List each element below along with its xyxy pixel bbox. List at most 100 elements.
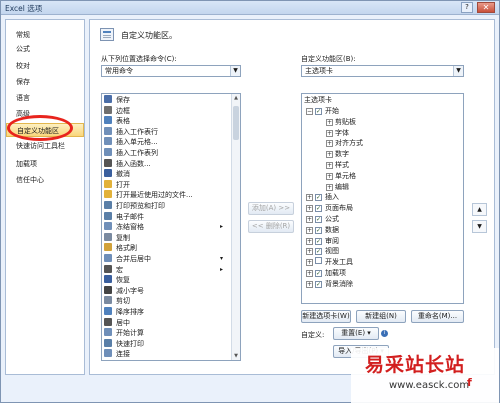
tree-node[interactable]: + ✓ 背景消除: [306, 279, 353, 290]
nav-item[interactable]: 保存: [6, 75, 84, 89]
command-item[interactable]: 连接: [104, 349, 130, 360]
expand-icon[interactable]: +: [326, 129, 333, 137]
info-icon: i: [381, 330, 388, 337]
move-down-button[interactable]: ▼: [472, 220, 487, 233]
expand-icon[interactable]: +: [306, 280, 313, 288]
expand-icon[interactable]: +: [306, 226, 313, 234]
tree-node[interactable]: + ✓ 审阅: [306, 236, 339, 247]
tab-checkbox[interactable]: ✓: [315, 237, 322, 245]
command-item[interactable]: 剪切: [104, 296, 130, 307]
command-item[interactable]: 撤消: [104, 169, 130, 180]
scroll-down-icon[interactable]: ▼: [232, 352, 240, 360]
nav-item[interactable]: 常规: [6, 28, 84, 42]
nav-item[interactable]: 语言: [6, 91, 84, 105]
new-group-button[interactable]: 新建组(N): [356, 310, 406, 323]
command-item[interactable]: 快速打印: [104, 338, 144, 350]
expand-icon[interactable]: +: [326, 140, 333, 148]
window-title: Excel 选项: [5, 4, 43, 13]
command-item[interactable]: 打开最近使用过的文件...: [104, 190, 193, 201]
tab-checkbox[interactable]: ✓: [315, 194, 322, 202]
tree-node[interactable]: + ✓ 数据: [306, 225, 339, 236]
tab-checkbox[interactable]: ✓: [315, 216, 322, 223]
expand-icon[interactable]: +: [326, 151, 333, 159]
tree-node[interactable]: + 字体: [326, 128, 349, 139]
close-button[interactable]: ✕: [477, 2, 495, 13]
tab-checkbox[interactable]: ✓: [315, 226, 322, 234]
command-item[interactable]: 边框: [104, 105, 130, 117]
tab-checkbox[interactable]: ✓: [315, 108, 322, 115]
expand-icon[interactable]: +: [326, 118, 333, 126]
tab-checkbox[interactable]: ✓: [315, 248, 322, 256]
remove-button[interactable]: << 删除(R): [248, 220, 294, 233]
tree-node[interactable]: + 单元格: [326, 171, 356, 182]
expand-icon[interactable]: +: [326, 162, 333, 169]
expand-icon[interactable]: +: [306, 216, 313, 223]
command-item[interactable]: 降序排序: [104, 307, 144, 318]
command-item[interactable]: 插入工作表行: [104, 126, 158, 138]
command-item[interactable]: 合并后居中: [104, 254, 151, 265]
chevron-down-icon[interactable]: ▼: [230, 66, 240, 76]
expand-icon[interactable]: +: [306, 270, 313, 277]
rename-button[interactable]: 重命名(M)...: [411, 310, 464, 323]
tab-checkbox[interactable]: ✓: [315, 205, 322, 213]
chevron-down-icon[interactable]: ▼: [453, 66, 463, 76]
tree-node[interactable]: + ✓ 视图: [306, 246, 339, 257]
expand-icon[interactable]: +: [326, 172, 333, 180]
tree-node[interactable]: + ✓ 页面布局: [306, 203, 353, 214]
tree-node[interactable]: + 编辑: [326, 182, 349, 193]
reset-button[interactable]: 重置(E) ▾: [333, 327, 379, 340]
tab-checkbox[interactable]: [315, 257, 322, 265]
tree-node[interactable]: + ✓ 插入: [306, 192, 339, 203]
tree-node[interactable]: + 剪贴板: [326, 117, 356, 128]
expand-icon[interactable]: +: [326, 183, 333, 191]
nav-item[interactable]: 加载项: [6, 157, 84, 171]
command-item[interactable]: 恢复: [104, 275, 130, 286]
expand-icon[interactable]: +: [306, 194, 313, 202]
expand-icon[interactable]: +: [306, 237, 313, 245]
scroll-thumb[interactable]: [233, 106, 239, 140]
add-button[interactable]: 添加(A) >>: [248, 202, 294, 215]
command-item[interactable]: 居中: [104, 317, 130, 329]
tree-node[interactable]: − ✓ 开始: [306, 106, 339, 117]
command-item[interactable]: 复制: [104, 232, 130, 244]
command-item[interactable]: 减小字号: [104, 285, 144, 297]
tree-node[interactable]: + 对齐方式: [326, 138, 363, 149]
command-item[interactable]: 格式刷: [104, 243, 137, 254]
command-item[interactable]: 开始计算: [104, 328, 144, 339]
command-item[interactable]: 插入工作表列: [104, 148, 158, 159]
command-item[interactable]: 保存: [104, 95, 130, 106]
tree-node[interactable]: + 开发工具: [306, 257, 353, 268]
command-icon: [104, 126, 112, 135]
nav-item[interactable]: 公式: [6, 42, 84, 56]
tree-node[interactable]: + 样式: [326, 160, 349, 171]
command-item[interactable]: 打印预览和打印: [104, 201, 165, 212]
command-icon: [104, 179, 112, 188]
commands-scrollbar[interactable]: ▲ ▼: [231, 94, 240, 360]
collapse-icon[interactable]: −: [306, 108, 313, 115]
tab-checkbox[interactable]: ✓: [315, 280, 322, 288]
scroll-up-icon[interactable]: ▲: [232, 94, 240, 102]
help-button[interactable]: ?: [461, 2, 473, 13]
new-tab-button[interactable]: 新建选项卡(W): [301, 310, 351, 323]
expand-icon[interactable]: +: [306, 205, 313, 213]
nav-item[interactable]: 校对: [6, 59, 84, 73]
command-label: 降序排序: [116, 308, 144, 316]
command-item[interactable]: 插入单元格...: [104, 137, 158, 148]
choose-commands-combo[interactable]: 常用命令 ▼: [101, 65, 241, 77]
expand-icon[interactable]: +: [306, 259, 313, 267]
nav-item[interactable]: 快速访问工具栏: [6, 139, 84, 153]
nav-item[interactable]: 信任中心: [6, 173, 84, 187]
command-item[interactable]: 宏: [104, 264, 123, 276]
command-item[interactable]: 冻结窗格: [104, 222, 144, 233]
command-item[interactable]: 插入函数...: [104, 158, 151, 170]
move-up-button[interactable]: ▲: [472, 203, 487, 216]
command-item[interactable]: 电子邮件: [104, 211, 144, 223]
command-item[interactable]: 表格: [104, 116, 130, 127]
tree-node[interactable]: + ✓ 加载项: [306, 268, 346, 279]
tab-checkbox[interactable]: ✓: [315, 270, 322, 277]
tree-node[interactable]: + 数字: [326, 149, 349, 160]
expand-icon[interactable]: +: [306, 248, 313, 256]
command-item[interactable]: 打开: [104, 179, 130, 191]
ribbon-tabs-combo[interactable]: 主选项卡 ▼: [301, 65, 464, 77]
tree-node[interactable]: + ✓ 公式: [306, 214, 339, 225]
